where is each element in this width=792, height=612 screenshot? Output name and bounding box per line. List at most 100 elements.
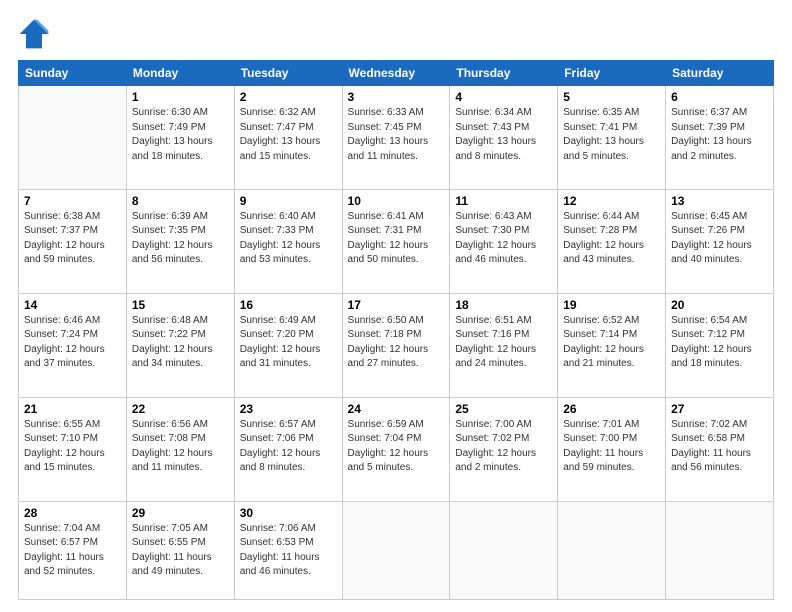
weekday-header-monday: Monday xyxy=(126,61,234,86)
day-cell: 5 Sunrise: 6:35 AM Sunset: 7:41 PM Daylig… xyxy=(558,86,666,190)
day-number: 16 xyxy=(240,298,337,312)
day-info: Sunrise: 6:49 AM Sunset: 7:20 PM Dayligh… xyxy=(240,314,337,372)
week-row-0: 1Sunrise: 6:30 AM Sunset: 7:49 PM Daylig… xyxy=(19,86,774,190)
day-cell: 28 Sunrise: 7:04 AM Sunset: 6:57 PM Dayli… xyxy=(19,501,127,599)
day-cell: 30 Sunrise: 7:06 AM Sunset: 6:53 PM Dayli… xyxy=(234,501,342,599)
day-cell xyxy=(450,501,558,599)
day-info: Sunrise: 6:56 AM Sunset: 7:08 PM Dayligh… xyxy=(132,418,229,476)
day-info: Sunrise: 6:51 AM Sunset: 7:16 PM Dayligh… xyxy=(455,314,552,372)
day-number: 30 xyxy=(240,506,337,520)
day-cell: 13 Sunrise: 6:45 AM Sunset: 7:26 PM Dayli… xyxy=(666,189,774,293)
day-info: Sunrise: 6:59 AM Sunset: 7:04 PM Dayligh… xyxy=(348,418,445,476)
day-number: 27 xyxy=(671,402,768,416)
day-info: Sunrise: 6:43 AM Sunset: 7:30 PM Dayligh… xyxy=(455,210,552,268)
weekday-header-friday: Friday xyxy=(558,61,666,86)
day-number: 9 xyxy=(240,194,337,208)
day-number: 26 xyxy=(563,402,660,416)
day-cell: 21 Sunrise: 6:55 AM Sunset: 7:10 PM Dayli… xyxy=(19,397,127,501)
day-info: Sunrise: 6:41 AM Sunset: 7:31 PM Dayligh… xyxy=(348,210,445,268)
day-info: Sunrise: 6:34 AM Sunset: 7:43 PM Dayligh… xyxy=(455,106,552,164)
day-cell: 14 Sunrise: 6:46 AM Sunset: 7:24 PM Dayli… xyxy=(19,293,127,397)
weekday-header-sunday: Sunday xyxy=(19,61,127,86)
day-cell: 29 Sunrise: 7:05 AM Sunset: 6:55 PM Dayli… xyxy=(126,501,234,599)
day-cell xyxy=(558,501,666,599)
day-info: Sunrise: 6:40 AM Sunset: 7:33 PM Dayligh… xyxy=(240,210,337,268)
day-number: 21 xyxy=(24,402,121,416)
day-info: Sunrise: 6:52 AM Sunset: 7:14 PM Dayligh… xyxy=(563,314,660,372)
day-cell: 12 Sunrise: 6:44 AM Sunset: 7:28 PM Dayli… xyxy=(558,189,666,293)
day-number: 6 xyxy=(671,90,768,104)
day-info: Sunrise: 6:30 AM Sunset: 7:49 PM Dayligh… xyxy=(132,106,229,164)
day-number: 14 xyxy=(24,298,121,312)
day-info: Sunrise: 6:32 AM Sunset: 7:47 PM Dayligh… xyxy=(240,106,337,164)
day-cell: 6 Sunrise: 6:37 AM Sunset: 7:39 PM Daylig… xyxy=(666,86,774,190)
day-number: 28 xyxy=(24,506,121,520)
day-info: Sunrise: 7:06 AM Sunset: 6:53 PM Dayligh… xyxy=(240,522,337,580)
day-number: 8 xyxy=(132,194,229,208)
day-cell: 19 Sunrise: 6:52 AM Sunset: 7:14 PM Dayli… xyxy=(558,293,666,397)
day-cell: 10Sunrise: 6:41 AM Sunset: 7:31 PM Dayli… xyxy=(342,189,450,293)
day-number: 12 xyxy=(563,194,660,208)
weekday-header-row: SundayMondayTuesdayWednesdayThursdayFrid… xyxy=(19,61,774,86)
day-cell: 11 Sunrise: 6:43 AM Sunset: 7:30 PM Dayli… xyxy=(450,189,558,293)
day-info: Sunrise: 6:44 AM Sunset: 7:28 PM Dayligh… xyxy=(563,210,660,268)
day-cell: 2 Sunrise: 6:32 AM Sunset: 7:47 PM Daylig… xyxy=(234,86,342,190)
day-info: Sunrise: 6:45 AM Sunset: 7:26 PM Dayligh… xyxy=(671,210,768,268)
logo xyxy=(18,18,54,50)
day-info: Sunrise: 6:33 AM Sunset: 7:45 PM Dayligh… xyxy=(348,106,445,164)
day-cell: 20 Sunrise: 6:54 AM Sunset: 7:12 PM Dayli… xyxy=(666,293,774,397)
weekday-header-wednesday: Wednesday xyxy=(342,61,450,86)
day-info: Sunrise: 7:00 AM Sunset: 7:02 PM Dayligh… xyxy=(455,418,552,476)
day-info: Sunrise: 6:55 AM Sunset: 7:10 PM Dayligh… xyxy=(24,418,121,476)
day-number: 29 xyxy=(132,506,229,520)
day-number: 23 xyxy=(240,402,337,416)
day-info: Sunrise: 7:05 AM Sunset: 6:55 PM Dayligh… xyxy=(132,522,229,580)
day-cell: 3 Sunrise: 6:33 AM Sunset: 7:45 PM Daylig… xyxy=(342,86,450,190)
day-number: 7 xyxy=(24,194,121,208)
day-info: Sunrise: 6:35 AM Sunset: 7:41 PM Dayligh… xyxy=(563,106,660,164)
day-cell: 18Sunrise: 6:51 AM Sunset: 7:16 PM Dayli… xyxy=(450,293,558,397)
day-number: 24 xyxy=(348,402,445,416)
week-row-3: 21 Sunrise: 6:55 AM Sunset: 7:10 PM Dayli… xyxy=(19,397,774,501)
day-info: Sunrise: 6:54 AM Sunset: 7:12 PM Dayligh… xyxy=(671,314,768,372)
day-number: 2 xyxy=(240,90,337,104)
day-cell: 24 Sunrise: 6:59 AM Sunset: 7:04 PM Dayli… xyxy=(342,397,450,501)
logo-icon xyxy=(18,18,50,50)
day-cell: 27 Sunrise: 7:02 AM Sunset: 6:58 PM Dayli… xyxy=(666,397,774,501)
day-cell: 26Sunrise: 7:01 AM Sunset: 7:00 PM Dayli… xyxy=(558,397,666,501)
day-info: Sunrise: 7:02 AM Sunset: 6:58 PM Dayligh… xyxy=(671,418,768,476)
day-info: Sunrise: 6:46 AM Sunset: 7:24 PM Dayligh… xyxy=(24,314,121,372)
header xyxy=(18,18,774,50)
day-number: 13 xyxy=(671,194,768,208)
day-number: 20 xyxy=(671,298,768,312)
day-cell: 15 Sunrise: 6:48 AM Sunset: 7:22 PM Dayli… xyxy=(126,293,234,397)
day-cell xyxy=(19,86,127,190)
day-cell: 1Sunrise: 6:30 AM Sunset: 7:49 PM Daylig… xyxy=(126,86,234,190)
day-info: Sunrise: 6:48 AM Sunset: 7:22 PM Dayligh… xyxy=(132,314,229,372)
day-cell: 17 Sunrise: 6:50 AM Sunset: 7:18 PM Dayli… xyxy=(342,293,450,397)
day-info: Sunrise: 6:50 AM Sunset: 7:18 PM Dayligh… xyxy=(348,314,445,372)
day-number: 22 xyxy=(132,402,229,416)
day-cell: 23Sunrise: 6:57 AM Sunset: 7:06 PM Dayli… xyxy=(234,397,342,501)
day-number: 3 xyxy=(348,90,445,104)
day-cell: 8 Sunrise: 6:39 AM Sunset: 7:35 PM Daylig… xyxy=(126,189,234,293)
day-number: 15 xyxy=(132,298,229,312)
day-number: 19 xyxy=(563,298,660,312)
page: SundayMondayTuesdayWednesdayThursdayFrid… xyxy=(0,0,792,612)
day-cell: 9 Sunrise: 6:40 AM Sunset: 7:33 PM Daylig… xyxy=(234,189,342,293)
day-number: 17 xyxy=(348,298,445,312)
day-info: Sunrise: 6:38 AM Sunset: 7:37 PM Dayligh… xyxy=(24,210,121,268)
day-number: 11 xyxy=(455,194,552,208)
day-cell: 16 Sunrise: 6:49 AM Sunset: 7:20 PM Dayli… xyxy=(234,293,342,397)
day-cell xyxy=(666,501,774,599)
day-number: 5 xyxy=(563,90,660,104)
day-cell: 22 Sunrise: 6:56 AM Sunset: 7:08 PM Dayli… xyxy=(126,397,234,501)
day-cell: 25 Sunrise: 7:00 AM Sunset: 7:02 PM Dayli… xyxy=(450,397,558,501)
day-number: 25 xyxy=(455,402,552,416)
weekday-header-tuesday: Tuesday xyxy=(234,61,342,86)
day-cell: 7 Sunrise: 6:38 AM Sunset: 7:37 PM Daylig… xyxy=(19,189,127,293)
day-info: Sunrise: 7:04 AM Sunset: 6:57 PM Dayligh… xyxy=(24,522,121,580)
week-row-2: 14 Sunrise: 6:46 AM Sunset: 7:24 PM Dayli… xyxy=(19,293,774,397)
day-info: Sunrise: 6:39 AM Sunset: 7:35 PM Dayligh… xyxy=(132,210,229,268)
day-info: Sunrise: 6:37 AM Sunset: 7:39 PM Dayligh… xyxy=(671,106,768,164)
